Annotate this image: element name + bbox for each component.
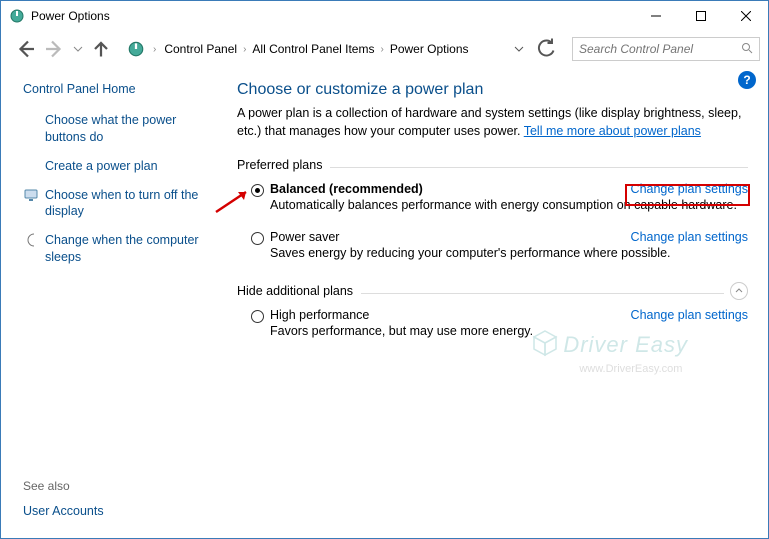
back-button[interactable] xyxy=(13,37,37,61)
minimize-button[interactable] xyxy=(633,1,678,31)
radio-balanced[interactable] xyxy=(251,184,264,197)
search-box[interactable] xyxy=(572,37,760,61)
power-options-icon xyxy=(9,8,25,24)
chevron-right-icon[interactable]: › xyxy=(153,44,156,55)
close-button[interactable] xyxy=(723,1,768,31)
plan-name[interactable]: Balanced (recommended) xyxy=(270,182,423,196)
chevron-right-icon: › xyxy=(243,44,246,55)
control-panel-home-link[interactable]: Control Panel Home xyxy=(23,81,211,98)
plan-desc: Favors performance, but may use more ene… xyxy=(270,324,748,338)
window-title: Power Options xyxy=(31,9,633,23)
sidebar: Control Panel Home Choose what the power… xyxy=(1,67,223,538)
breadcrumb[interactable]: Control Panel › All Control Panel Items … xyxy=(162,37,508,61)
location-icon xyxy=(127,40,145,58)
search-icon[interactable] xyxy=(741,42,753,57)
plan-name[interactable]: High performance xyxy=(270,308,369,322)
breadcrumb-item[interactable]: Control Panel xyxy=(162,40,239,58)
refresh-button[interactable] xyxy=(534,37,558,61)
search-input[interactable] xyxy=(579,42,741,56)
plan-name[interactable]: Power saver xyxy=(270,230,339,244)
moon-icon xyxy=(23,232,39,248)
change-plan-settings-powersaver[interactable]: Change plan settings xyxy=(631,230,748,244)
recent-dropdown-icon[interactable] xyxy=(73,44,83,54)
up-button[interactable] xyxy=(89,37,113,61)
breadcrumb-item[interactable]: All Control Panel Items xyxy=(250,40,376,58)
annotation-red-box xyxy=(625,184,750,206)
learn-more-link[interactable]: Tell me more about power plans xyxy=(524,124,701,138)
see-also-user-accounts[interactable]: User Accounts xyxy=(23,503,104,520)
sidebar-link-computer-sleeps[interactable]: Change when the computer sleeps xyxy=(45,232,211,266)
plan-desc: Saves energy by reducing your computer's… xyxy=(270,246,748,260)
titlebar: Power Options xyxy=(1,1,768,31)
navbar: › Control Panel › All Control Panel Item… xyxy=(1,31,768,67)
change-plan-settings-high-perf[interactable]: Change plan settings xyxy=(631,308,748,322)
sidebar-link-create-plan[interactable]: Create a power plan xyxy=(45,158,158,175)
content: Choose or customize a power plan A power… xyxy=(223,67,768,538)
chevron-right-icon: › xyxy=(380,44,383,55)
radio-high-performance[interactable] xyxy=(251,310,264,323)
forward-button xyxy=(43,37,67,61)
breadcrumb-item[interactable]: Power Options xyxy=(388,40,471,58)
page-description: A power plan is a collection of hardware… xyxy=(237,105,748,140)
monitor-icon xyxy=(23,187,39,203)
maximize-button[interactable] xyxy=(678,1,723,31)
sidebar-link-power-buttons[interactable]: Choose what the power buttons do xyxy=(45,112,211,146)
radio-power-saver[interactable] xyxy=(251,232,264,245)
collapse-button[interactable] xyxy=(730,282,748,300)
address-dropdown-icon[interactable] xyxy=(514,44,524,54)
plan-power-saver: Power saver Change plan settings Saves e… xyxy=(237,230,748,260)
sidebar-link-turn-off-display[interactable]: Choose when to turn off the display xyxy=(45,187,211,221)
page-heading: Choose or customize a power plan xyxy=(237,81,748,99)
plan-high-performance: High performance Change plan settings Fa… xyxy=(237,308,748,338)
preferred-plans-label: Preferred plans xyxy=(237,158,748,172)
hide-additional-label[interactable]: Hide additional plans xyxy=(237,284,748,298)
see-also-label: See also xyxy=(23,479,104,493)
